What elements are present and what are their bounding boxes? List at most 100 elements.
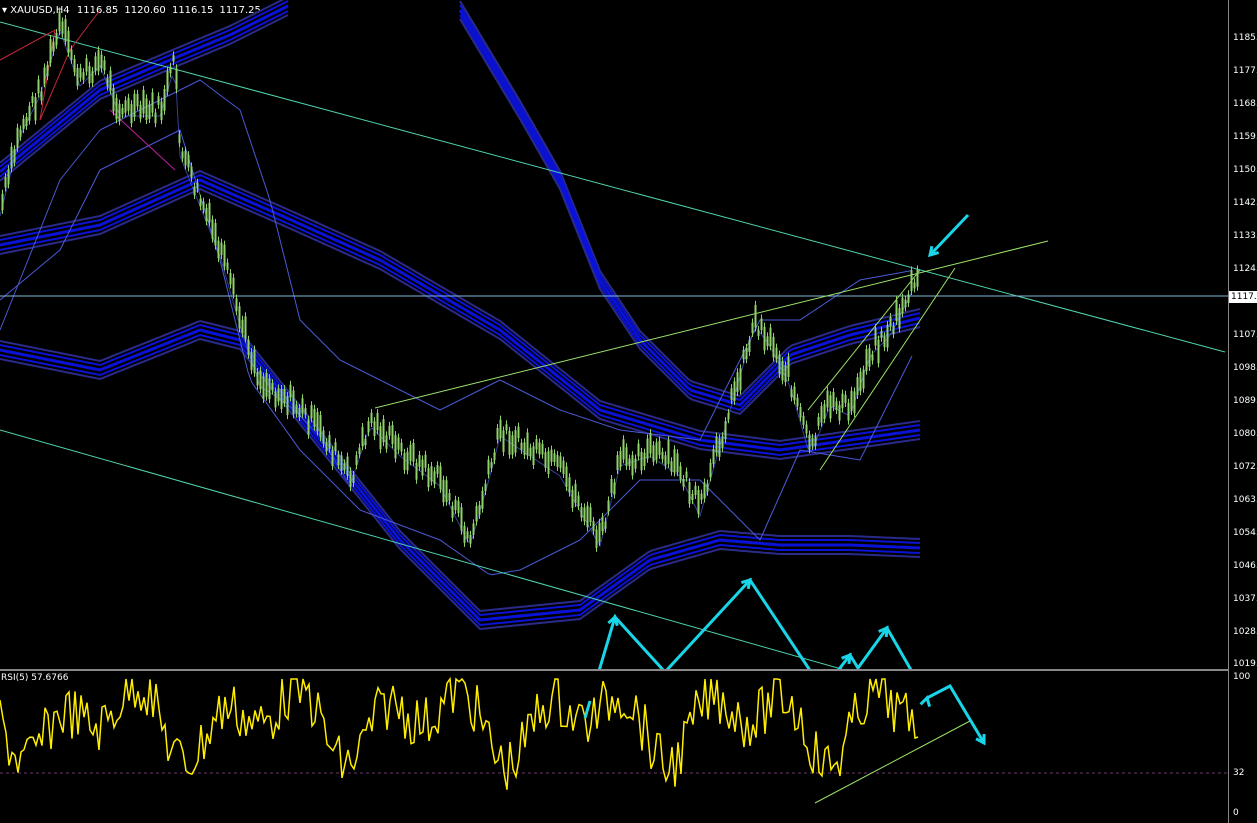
candle-body — [778, 354, 781, 374]
candle-body — [295, 404, 298, 414]
candle-body — [127, 97, 130, 111]
candle-body — [823, 403, 826, 420]
candle-body — [376, 412, 379, 431]
candle-body — [745, 347, 748, 360]
candle-body — [754, 304, 757, 328]
candle-body — [727, 412, 730, 420]
candle-body — [418, 454, 421, 467]
candle-body — [817, 416, 820, 426]
candle-body — [868, 348, 871, 367]
candle-body — [91, 71, 94, 84]
candle-body — [718, 438, 721, 457]
candle-body — [601, 516, 604, 532]
price-tick: 1177. — [1233, 66, 1257, 76]
candle-body — [907, 294, 910, 304]
candle-body — [442, 479, 445, 503]
candle-body — [28, 105, 31, 121]
candle-body — [781, 360, 784, 381]
candle-body — [136, 93, 139, 107]
current-price-marker: 1117. — [1229, 291, 1257, 303]
candle-body — [133, 93, 136, 117]
price-tick: 1054. — [1233, 528, 1257, 538]
candle-body — [535, 439, 538, 450]
candle-body — [736, 372, 739, 393]
candle-body — [808, 434, 811, 450]
price-chart[interactable] — [0, 0, 1257, 670]
candle-body — [328, 435, 331, 449]
candle-body — [409, 444, 412, 462]
price-tick: 1185. — [1233, 33, 1257, 43]
candle-body — [46, 65, 49, 77]
candle-body — [259, 370, 262, 390]
candle-body — [757, 329, 760, 337]
candle-body — [487, 459, 490, 475]
candle-body — [484, 483, 487, 492]
candle-body — [559, 456, 562, 469]
candle-body — [265, 372, 268, 397]
candle-body — [673, 449, 676, 473]
candle-body — [34, 97, 37, 121]
candle-body — [214, 222, 217, 246]
candle-body — [106, 78, 109, 87]
candle-body — [694, 485, 697, 496]
candle-body — [109, 70, 112, 91]
candle-body — [169, 66, 172, 74]
candle-body — [826, 390, 829, 408]
candle-body — [463, 525, 466, 543]
candle-body — [172, 55, 175, 62]
candle-body — [628, 458, 631, 467]
rsi-chart[interactable] — [0, 671, 1257, 823]
candle-body — [406, 451, 409, 471]
candle-body — [739, 368, 742, 391]
candle-body — [619, 450, 622, 467]
candle-body — [10, 146, 13, 169]
candle-body — [439, 466, 442, 489]
candle-body — [634, 458, 637, 469]
candle-body — [37, 79, 40, 94]
candle-body — [85, 58, 88, 72]
candle-body — [538, 442, 541, 455]
candle-body — [334, 442, 337, 452]
candle-body — [889, 317, 892, 327]
candle-body — [208, 202, 211, 223]
candle-body — [751, 322, 754, 334]
candle-body — [319, 414, 322, 438]
candle-body — [466, 531, 469, 539]
candle-body — [511, 435, 514, 455]
rsi-label: RSI(5) 57.6766 — [1, 673, 69, 683]
candle-body — [124, 100, 127, 113]
candle-body — [787, 356, 790, 377]
candle-body — [430, 466, 433, 482]
candle-body — [73, 58, 76, 73]
candle-body — [637, 443, 640, 457]
candle-body — [373, 421, 376, 437]
candle-body — [400, 442, 403, 452]
candle-body — [556, 454, 559, 467]
candle-body — [40, 91, 43, 101]
candle-body — [742, 350, 745, 360]
candle-body — [304, 408, 307, 415]
candle-body — [277, 388, 280, 402]
candle-body — [460, 507, 463, 531]
candle-body — [388, 425, 391, 436]
candle-body — [52, 41, 55, 52]
candle-body — [847, 402, 850, 421]
candle-body — [79, 67, 82, 78]
candle-body — [424, 454, 427, 468]
candle-body — [589, 507, 592, 523]
candle-body — [904, 299, 907, 308]
candle-body — [103, 60, 106, 71]
candle-body — [850, 390, 853, 411]
candle-body — [505, 424, 508, 431]
candle-body — [397, 437, 400, 450]
candle-body — [661, 451, 664, 460]
candlesticks — [1, 7, 919, 552]
rsi-level-100: 100 — [1233, 672, 1251, 682]
candle-body — [25, 117, 28, 126]
candle-body — [403, 452, 406, 470]
candle-body — [337, 454, 340, 465]
candle-body — [838, 404, 841, 421]
candle-body — [793, 386, 796, 401]
candle-body — [427, 467, 430, 488]
candle-body — [415, 462, 418, 480]
